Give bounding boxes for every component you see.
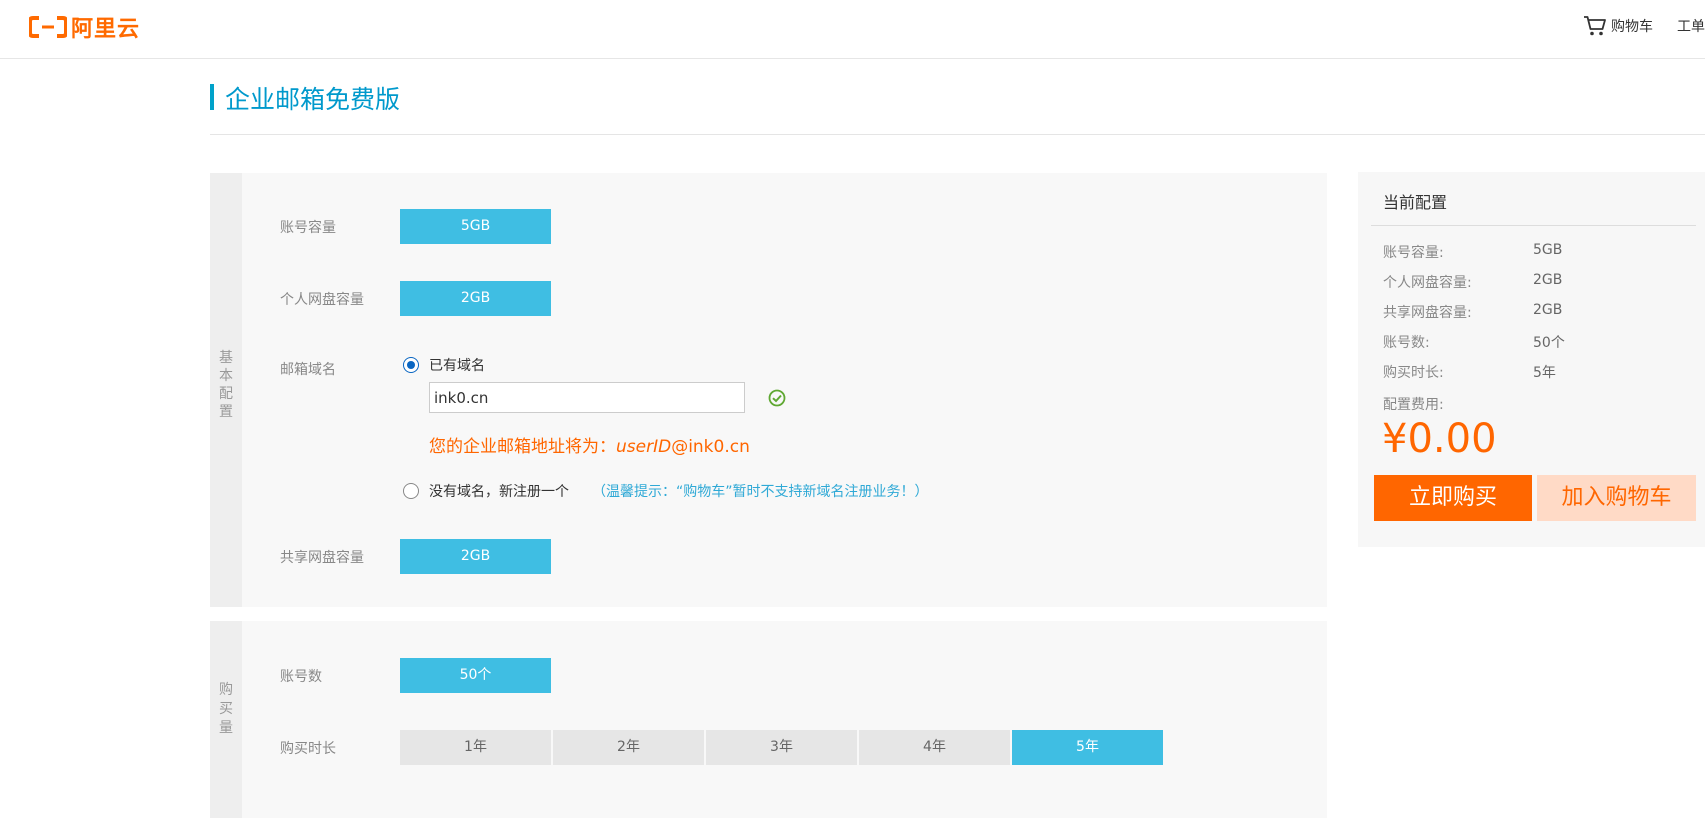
config-price: ¥0.00: [1382, 416, 1497, 462]
config-row-value: 5年: [1533, 365, 1556, 381]
account-capacity-label: 账号容量: [280, 220, 336, 236]
duration-option-2[interactable]: 2年: [553, 730, 704, 765]
duration-option-3[interactable]: 3年: [706, 730, 857, 765]
section-label-char: 购: [219, 682, 233, 698]
current-config-panel: 当前配置 账号容量: 5GB 个人网盘容量: 2GB 共享网盘容量: 2GB 账…: [1358, 172, 1705, 547]
section-label-char: 配: [219, 386, 233, 402]
purchase-section: 购 买 量 账号数 50个 购买时长 1年 2年 3年 4年 5年: [210, 621, 1327, 818]
top-bar: 阿里云 购物车 工单: [0, 0, 1705, 59]
config-fee-label: 配置费用:: [1383, 397, 1444, 413]
ticket-link[interactable]: 工单: [1677, 16, 1705, 36]
config-row-value: 50个: [1533, 335, 1565, 351]
top-actions: 购物车 工单: [1583, 15, 1705, 37]
config-row-value: 2GB: [1533, 272, 1563, 288]
config-title: 当前配置: [1383, 193, 1448, 212]
account-count-label: 账号数: [280, 669, 322, 685]
duration-option-5[interactable]: 5年: [1012, 730, 1163, 765]
check-circle-icon: [768, 389, 786, 407]
address-prefix: 您的企业邮箱地址将为：: [429, 437, 616, 457]
cart-label: 购物车: [1611, 19, 1653, 35]
config-row-label: 账号数:: [1383, 335, 1430, 351]
config-row-value: 5GB: [1533, 242, 1563, 258]
config-row-label: 个人网盘容量:: [1383, 275, 1472, 291]
mail-address-preview: 您的企业邮箱地址将为：userID@ink0.cn: [429, 432, 750, 457]
page-title: 企业邮箱免费版: [225, 85, 401, 114]
config-row-label: 购买时长:: [1383, 365, 1444, 381]
shared-disk-option[interactable]: 2GB: [400, 539, 551, 574]
new-domain-label: 没有域名，新注册一个: [429, 484, 569, 500]
existing-domain-label: 已有域名: [429, 358, 485, 374]
basic-config-section: 基 本 配 置 账号容量 5GB 个人网盘容量 2GB 邮箱域名 已有域名 您的…: [210, 173, 1327, 607]
personal-disk-label: 个人网盘容量: [280, 292, 364, 308]
config-divider: [1371, 225, 1696, 226]
page-title-area: 企业邮箱免费版: [210, 78, 1705, 135]
address-suffix: @ink0.cn: [671, 437, 750, 457]
aliyun-logo-icon: [29, 16, 67, 38]
section-label-purchase: 购 买 量: [210, 621, 242, 818]
domain-tip: （温馨提示：“购物车”暂时不支持新域名注册业务！）: [592, 484, 929, 500]
section-label-char: 本: [219, 368, 233, 384]
new-domain-radio[interactable]: [403, 483, 419, 499]
section-label-basic: 基 本 配 置: [210, 173, 242, 607]
personal-disk-option[interactable]: 2GB: [400, 281, 551, 316]
shared-disk-label: 共享网盘容量: [280, 550, 364, 566]
duration-option-1[interactable]: 1年: [400, 730, 551, 765]
account-count-option[interactable]: 50个: [400, 658, 551, 693]
existing-domain-radio[interactable]: [403, 357, 419, 373]
config-row-value: 2GB: [1533, 302, 1563, 318]
domain-input[interactable]: [429, 382, 745, 413]
config-row-label: 共享网盘容量:: [1383, 305, 1472, 321]
config-row-label: 账号容量:: [1383, 245, 1444, 261]
address-user: userID: [616, 437, 672, 457]
section-label-char: 量: [219, 720, 233, 736]
duration-label: 购买时长: [280, 741, 336, 757]
cart-link[interactable]: 购物车: [1583, 15, 1653, 37]
account-capacity-option[interactable]: 5GB: [400, 209, 551, 244]
buy-now-button[interactable]: 立即购买: [1374, 475, 1532, 521]
section-label-char: 基: [219, 350, 233, 366]
add-to-cart-button[interactable]: 加入购物车: [1537, 475, 1696, 521]
logo-text: 阿里云: [71, 17, 141, 42]
mail-domain-label: 邮箱域名: [280, 362, 336, 378]
section-label-char: 置: [219, 404, 233, 420]
title-accent-bar: [210, 84, 214, 110]
cart-icon: [1584, 16, 1606, 36]
section-label-char: 买: [219, 701, 233, 717]
duration-option-4[interactable]: 4年: [859, 730, 1010, 765]
aliyun-logo[interactable]: 阿里云: [29, 13, 141, 42]
